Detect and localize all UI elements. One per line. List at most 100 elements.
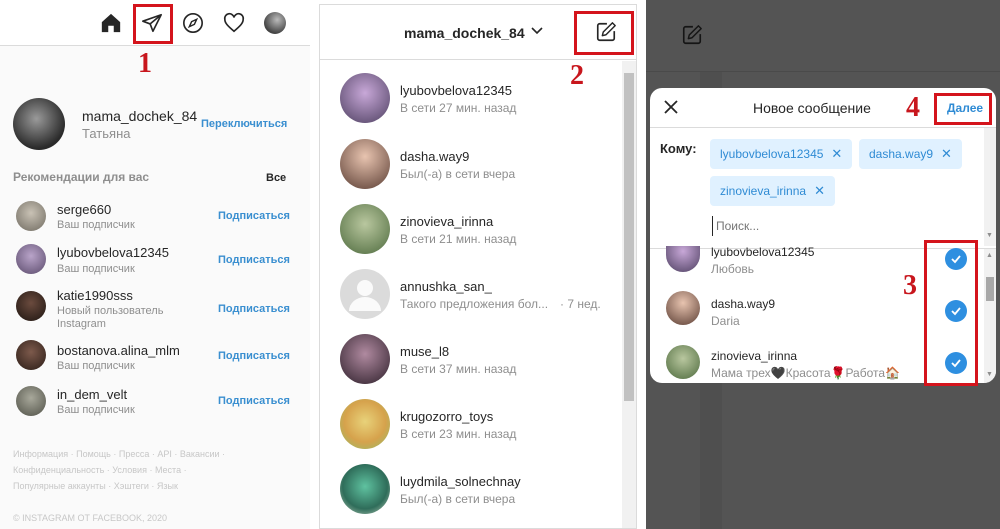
highlight-box-3 bbox=[924, 240, 978, 386]
suggestion-subtitle: Новый пользователь bbox=[57, 305, 164, 317]
scrollbar-thumb[interactable] bbox=[624, 73, 634, 401]
avatar[interactable] bbox=[666, 246, 700, 272]
step-marker-3: 3 bbox=[903, 270, 917, 301]
default-avatar-icon[interactable] bbox=[340, 269, 390, 319]
thread-username[interactable]: lyubovbelova12345 bbox=[400, 83, 512, 98]
avatar[interactable] bbox=[13, 98, 65, 150]
result-name: Daria bbox=[711, 314, 740, 328]
avatar[interactable] bbox=[666, 291, 700, 325]
remove-chip-icon[interactable]: ✕ bbox=[941, 146, 952, 162]
thread-time: · 7 нед. bbox=[560, 297, 601, 311]
scroll-down-icon[interactable]: ▼ bbox=[986, 371, 993, 378]
avatar[interactable] bbox=[16, 291, 46, 321]
copyright: © INSTAGRAM ОТ FACEBOOK, 2020 bbox=[13, 513, 168, 523]
avatar[interactable] bbox=[666, 345, 700, 379]
result-username[interactable]: zinovieva_irinna bbox=[711, 349, 797, 363]
follow-button[interactable]: Подписаться bbox=[218, 254, 290, 266]
avatar[interactable] bbox=[16, 201, 46, 231]
thread-username[interactable]: luydmila_solnechnay bbox=[400, 474, 521, 489]
scrollbar[interactable] bbox=[622, 61, 636, 528]
thread-username[interactable]: zinovieva_irinna bbox=[400, 214, 493, 229]
remove-chip-icon[interactable]: ✕ bbox=[831, 146, 842, 162]
result-username[interactable]: dasha.way9 bbox=[711, 297, 775, 311]
see-all-link[interactable]: Все bbox=[266, 172, 286, 184]
suggestion-username[interactable]: katie1990sss bbox=[57, 288, 133, 303]
suggestion-subtitle: Ваш подписчик bbox=[57, 360, 135, 372]
recipient-chip[interactable]: zinovieva_irinna ✕ bbox=[710, 176, 835, 206]
avatar[interactable] bbox=[16, 244, 46, 274]
chip-label: lyubovbelova12345 bbox=[720, 147, 824, 161]
result-name: Любовь bbox=[711, 262, 755, 276]
instagram-feed-panel: 1 mama_dochek_84 Татьяна Переключиться Р… bbox=[0, 0, 310, 529]
avatar[interactable] bbox=[340, 204, 390, 254]
suggestion-subtitle: Ваш подписчик bbox=[57, 263, 135, 275]
thread-status: В сети 23 мин. назад bbox=[400, 427, 517, 441]
dialog-title: Новое сообщение bbox=[753, 100, 871, 116]
chip-label: dasha.way9 bbox=[869, 147, 934, 161]
suggestion-subtitle: Ваш подписчик bbox=[57, 404, 135, 416]
thread-status: В сети 37 мин. назад bbox=[400, 362, 517, 376]
scrollbar[interactable]: ▲ ▼ bbox=[984, 249, 996, 383]
avatar[interactable] bbox=[340, 73, 390, 123]
suggestion-username[interactable]: serge660 bbox=[57, 202, 111, 217]
thread-status: Такого предложения бол... bbox=[400, 297, 549, 311]
thread-username[interactable]: annushka_san_ bbox=[400, 279, 492, 294]
follow-button[interactable]: Подписаться bbox=[218, 350, 290, 362]
footer-links[interactable]: Информация · Помощь · Пресса · API · Вак… bbox=[13, 449, 225, 459]
scroll-down-icon[interactable]: ▼ bbox=[986, 232, 993, 239]
suggestion-subtitle-line2: Instagram bbox=[57, 318, 106, 330]
suggestion-username[interactable]: bostanova.alina_mlm bbox=[57, 343, 180, 358]
activity-heart-icon[interactable] bbox=[222, 11, 246, 35]
switch-account-link[interactable]: Переключиться bbox=[201, 118, 287, 130]
footer-links[interactable]: Популярные аккаунты · Хэштеги · Язык bbox=[13, 481, 178, 491]
scroll-up-icon[interactable]: ▲ bbox=[986, 252, 993, 259]
follow-button[interactable]: Подписаться bbox=[218, 210, 290, 222]
explore-compass-icon[interactable] bbox=[181, 11, 205, 35]
suggestion-username[interactable]: in_dem_velt bbox=[57, 387, 127, 402]
step-marker-2: 2 bbox=[570, 60, 584, 91]
thread-username[interactable]: muse_l8 bbox=[400, 344, 449, 359]
thread-status: Был(-а) в сети вчера bbox=[400, 167, 516, 181]
direct-inbox-panel: mama_dochek_84 2 lyubovbelova12345 В сет… bbox=[319, 4, 637, 529]
suggestions-title: Рекомендации для вас bbox=[13, 170, 150, 184]
chip-label: zinovieva_irinna bbox=[720, 184, 807, 198]
search-input[interactable] bbox=[712, 216, 912, 236]
suggestion-subtitle: Ваш подписчик bbox=[57, 219, 135, 231]
scrollbar-thumb[interactable] bbox=[986, 277, 994, 301]
profile-avatar-icon[interactable] bbox=[263, 11, 287, 35]
result-username[interactable]: lyubovbelova12345 bbox=[711, 245, 814, 259]
thread-status: Был(-а) в сети вчера bbox=[400, 492, 516, 506]
home-icon[interactable] bbox=[99, 11, 123, 35]
remove-chip-icon[interactable]: ✕ bbox=[814, 183, 825, 199]
to-label: Кому: bbox=[660, 141, 697, 156]
chevron-down-icon[interactable] bbox=[530, 24, 544, 43]
step-marker-4: 4 bbox=[906, 92, 920, 123]
recipient-chip[interactable]: lyubovbelova12345 ✕ bbox=[710, 139, 853, 169]
profile-username[interactable]: mama_dochek_84 bbox=[82, 108, 197, 124]
recipient-chip[interactable]: dasha.way9 ✕ bbox=[859, 139, 962, 169]
step-marker-1: 1 bbox=[138, 48, 152, 79]
thread-username[interactable]: dasha.way9 bbox=[400, 149, 469, 164]
avatar[interactable] bbox=[16, 340, 46, 370]
highlight-box-1 bbox=[133, 4, 173, 44]
result-name: Мама трех🖤Красота🌹Работа🏠 bbox=[711, 366, 900, 380]
scrollbar[interactable]: ▼ bbox=[984, 128, 996, 246]
avatar[interactable] bbox=[340, 334, 390, 384]
avatar[interactable] bbox=[16, 386, 46, 416]
thread-status: В сети 21 мин. назад bbox=[400, 232, 517, 246]
new-message-icon bbox=[681, 24, 703, 51]
highlight-box-4 bbox=[934, 93, 992, 125]
suggestion-username[interactable]: lyubovbelova12345 bbox=[57, 245, 169, 260]
follow-button[interactable]: Подписаться bbox=[218, 395, 290, 407]
thread-status: В сети 27 мин. назад bbox=[400, 101, 517, 115]
account-switcher[interactable]: mama_dochek_84 bbox=[404, 25, 525, 41]
avatar[interactable] bbox=[340, 399, 390, 449]
follow-button[interactable]: Подписаться bbox=[218, 303, 290, 315]
avatar[interactable] bbox=[340, 139, 390, 189]
profile-fullname: Татьяна bbox=[82, 126, 131, 141]
thread-username[interactable]: krugozorro_toys bbox=[400, 409, 493, 424]
highlight-box-2 bbox=[574, 11, 634, 55]
avatar[interactable] bbox=[340, 464, 390, 514]
footer-links[interactable]: Конфиденциальность · Условия · Места · bbox=[13, 465, 187, 475]
close-icon[interactable] bbox=[663, 99, 679, 120]
